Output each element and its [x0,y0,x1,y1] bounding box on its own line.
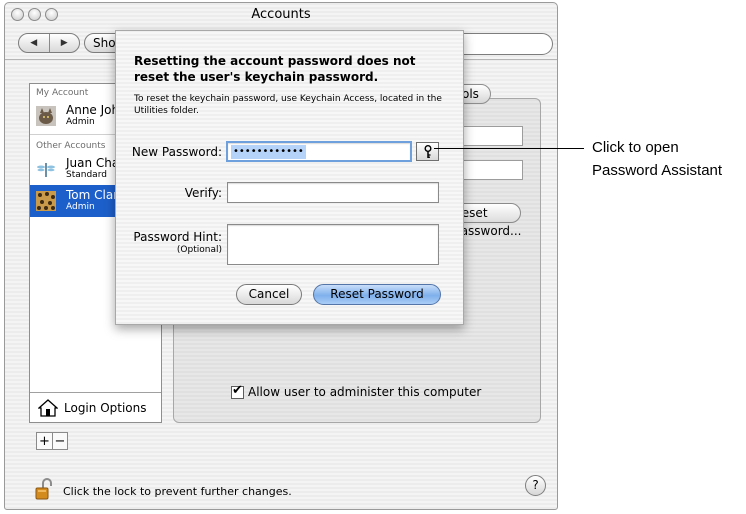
forward-arrow-icon[interactable]: ▶ [48,34,80,52]
leopard-icon [36,191,56,211]
password-dots: •••••••••••• [231,145,306,159]
house-icon [38,398,58,417]
dragonfly-icon [36,159,56,179]
cat-photo-icon [36,106,56,126]
password-hint-label: Password Hint: [133,230,222,244]
sheet-message: Resetting the account password does not … [134,54,416,84]
password-hint-field[interactable] [227,224,439,265]
account-role: Admin [66,117,95,127]
key-icon [424,144,431,158]
account-role: Standard [66,170,107,180]
admin-checkbox-row[interactable]: Allow user to administer this computer [231,383,482,399]
login-options-label: Login Options [64,400,147,415]
back-forward-control: ◀ ▶ [18,33,80,53]
login-options-button[interactable]: Login Options [30,392,161,422]
verify-label: Verify: [184,186,222,200]
admin-checkbox-label: Allow user to administer this computer [248,385,482,399]
admin-checkbox[interactable] [231,383,244,399]
password-hint-optional: (Optional) [176,245,222,255]
help-button[interactable]: ? [525,475,546,496]
callout-line-1: Click to open [592,139,679,156]
lock-message: Click the lock to prevent further change… [63,485,292,498]
accounts-window: Accounts ◀ ▶ Show All My Account Anne Jo… [4,2,558,510]
verify-field[interactable] [227,182,439,203]
new-password-label: New Password: [131,145,222,159]
cancel-button[interactable]: Cancel [236,284,302,305]
callout-line [434,148,584,149]
remove-account-button[interactable]: − [52,433,67,449]
reset-password-sheet: Resetting the account password does not … [115,30,464,325]
add-account-button[interactable]: + [37,433,52,449]
sheet-info: To reset the keychain password, use Keyc… [134,94,442,116]
account-role: Admin [66,202,95,212]
callout-line-2: Password Assistant [592,162,723,179]
password-assistant-button[interactable] [416,142,439,161]
callout-text: Click to open Password Assistant [592,136,722,182]
new-password-field[interactable]: •••••••••••• [226,141,412,162]
add-remove-control: + − [36,432,68,450]
window-title: Accounts [251,7,311,22]
confirm-reset-password-button[interactable]: Reset Password [313,284,441,305]
back-arrow-icon[interactable]: ◀ [19,34,49,52]
lock-icon[interactable] [35,478,53,500]
